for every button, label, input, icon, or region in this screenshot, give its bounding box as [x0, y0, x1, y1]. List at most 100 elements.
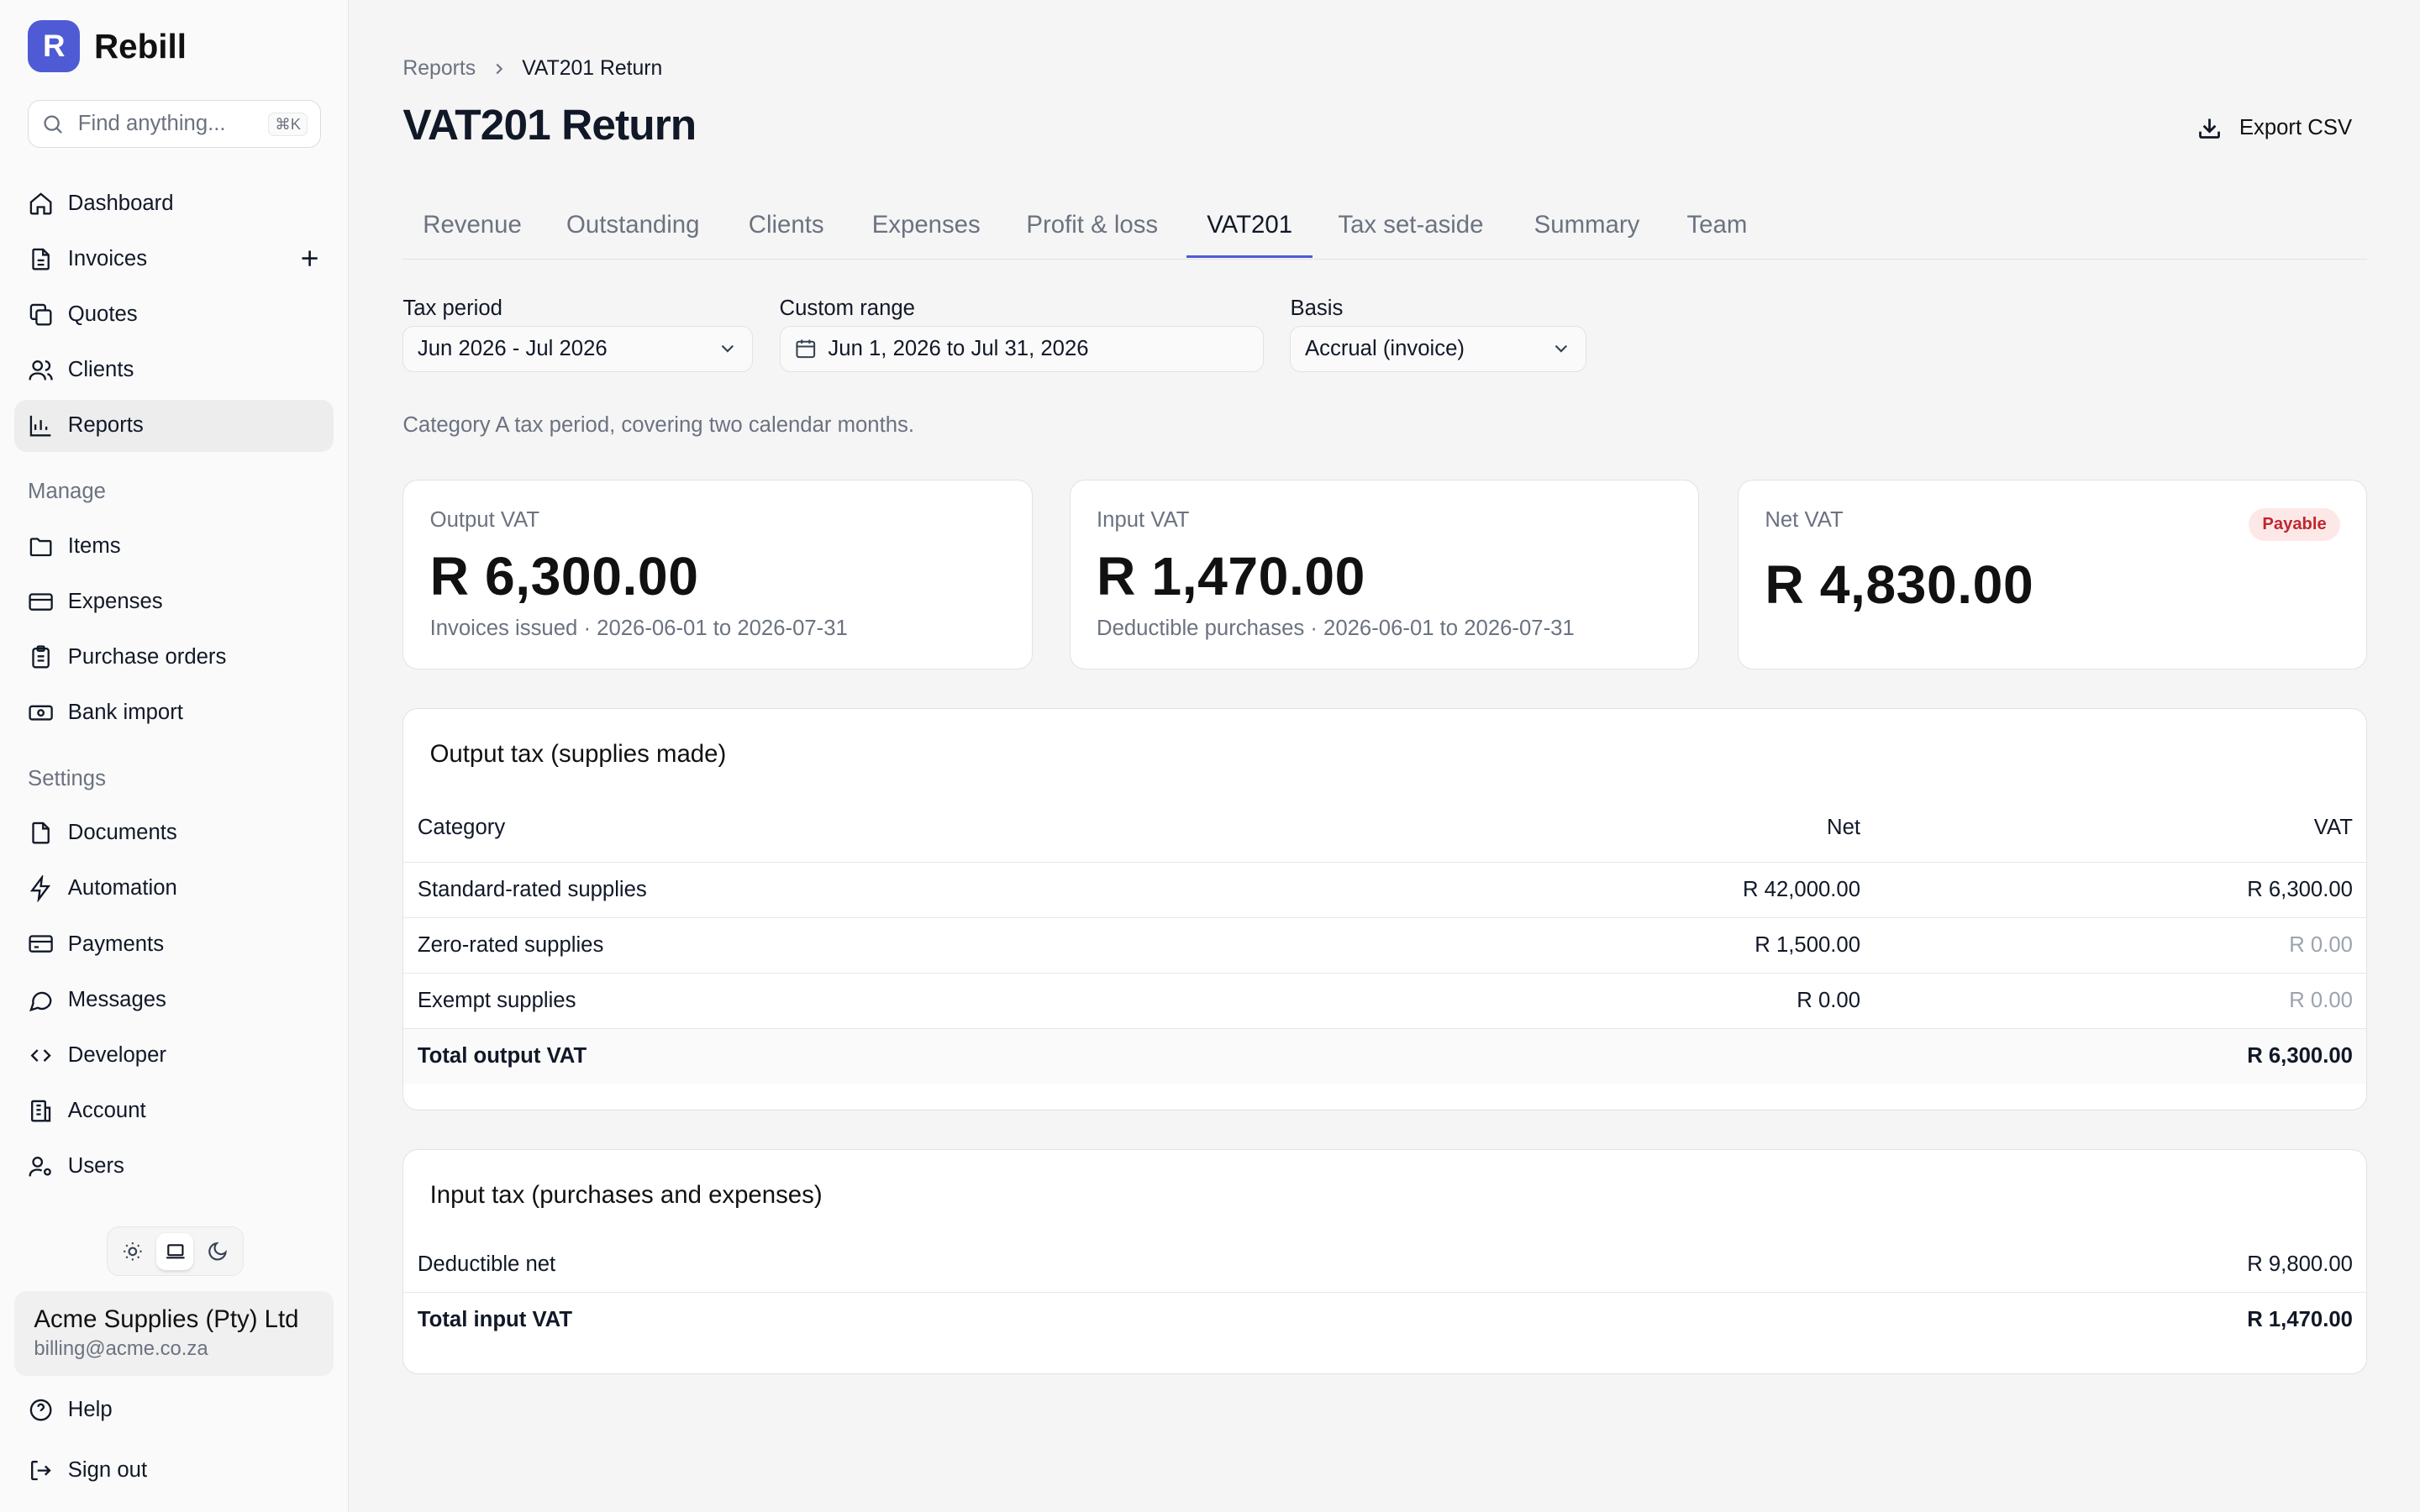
- sidebar-item-messages[interactable]: Messages: [14, 974, 334, 1026]
- moon-icon: [208, 1242, 227, 1261]
- sidebar: R Rebill Find anything... ⌘K Dashboard I…: [0, 0, 350, 1512]
- banknote-icon: [29, 705, 53, 721]
- document-icon: [32, 822, 50, 844]
- chevron-down-icon: [721, 345, 734, 353]
- clipboard-icon: [32, 645, 50, 669]
- input-vat-card: Input VAT R 1,470.00 Deductible purchase…: [1069, 480, 1700, 670]
- sidebar-item-expenses[interactable]: Expenses: [14, 575, 334, 627]
- theme-system-button[interactable]: [156, 1232, 194, 1270]
- tab-profit-loss[interactable]: Profit & loss: [1007, 196, 1178, 257]
- row-vat: R 0.00: [2289, 933, 2353, 958]
- brand-logo: R: [28, 19, 81, 73]
- breadcrumb-current: VAT201 Return: [522, 56, 663, 80]
- basis-select[interactable]: Accrual (invoice): [1290, 325, 1587, 372]
- sidebar-item-invoices[interactable]: Invoices: [14, 233, 334, 285]
- tab-team[interactable]: Team: [1667, 196, 1768, 257]
- column-header-net: Net: [1827, 815, 1861, 839]
- table-row: Exempt supplies R 0.00 R 0.00: [403, 973, 2367, 1028]
- plus-icon[interactable]: [297, 245, 323, 271]
- search-shortcut: ⌘K: [268, 113, 308, 136]
- output-vat-card: Output VAT R 6,300.00 Invoices issued · …: [402, 480, 1033, 670]
- total-row: Total input VAT R 1,470.00: [403, 1292, 2367, 1347]
- user-cog-icon: [29, 1156, 51, 1177]
- theme-dark-button[interactable]: [199, 1233, 236, 1270]
- sidebar-item-label: Dashboard: [67, 191, 174, 215]
- export-csv-label: Export CSV: [2238, 115, 2353, 139]
- copy-icon: [29, 303, 52, 326]
- sidebar-item-payments[interactable]: Payments: [14, 918, 334, 970]
- sidebar-item-sign-out[interactable]: Sign out: [14, 1444, 334, 1496]
- row-category: Exempt supplies: [417, 989, 576, 1013]
- tab-vat201[interactable]: VAT201: [1186, 196, 1313, 258]
- output-tax-title: Output tax (supplies made): [429, 739, 727, 768]
- input-vat-subtext: Deductible purchases · 2026-06-01 to 202…: [1097, 616, 1575, 640]
- search-icon: [41, 113, 65, 136]
- sidebar-item-label: Documents: [67, 821, 177, 845]
- sidebar-item-label: Invoices: [67, 247, 148, 271]
- sidebar-item-quotes[interactable]: Quotes: [14, 288, 334, 340]
- nav-section-settings: Settings: [28, 766, 106, 790]
- sidebar-item-clients[interactable]: Clients: [14, 344, 334, 396]
- laptop-icon: [166, 1243, 185, 1259]
- custom-range-picker[interactable]: Jun 1, 2026 to Jul 31, 2026: [779, 325, 1265, 372]
- tab-tax-set-aside[interactable]: Tax set-aside: [1318, 196, 1504, 257]
- total-row: Total output VAT R 6,300.00: [403, 1028, 2367, 1084]
- sidebar-item-purchase-orders[interactable]: Purchase orders: [14, 631, 334, 683]
- sidebar-item-reports[interactable]: Reports: [13, 399, 334, 453]
- sidebar-item-dashboard[interactable]: Dashboard: [14, 177, 334, 229]
- row-net: R 42,000.00: [1742, 877, 1861, 901]
- main-content: Reports VAT201 Return VAT201 Return Expo…: [350, 0, 2420, 1512]
- chevron-down-icon: [1555, 345, 1567, 353]
- input-tax-title: Input tax (purchases and expenses): [429, 1181, 823, 1210]
- sidebar-item-label: Developer: [67, 1042, 166, 1067]
- sidebar-item-label: Items: [67, 533, 121, 558]
- search-input[interactable]: Find anything... ⌘K: [28, 100, 322, 149]
- sidebar-item-account[interactable]: Account: [14, 1084, 334, 1137]
- tab-clients[interactable]: Clients: [729, 196, 844, 257]
- row-category: Zero-rated supplies: [417, 933, 604, 958]
- net-vat-label: Net VAT: [1765, 508, 1844, 533]
- breadcrumb-reports-link[interactable]: Reports: [402, 57, 476, 81]
- net-vat-value: R 4,830.00: [1765, 554, 2034, 615]
- sidebar-item-label: Messages: [67, 987, 166, 1011]
- total-input-vat-label: Total input VAT: [417, 1308, 573, 1332]
- sidebar-item-items[interactable]: Items: [14, 520, 334, 572]
- input-vat-label: Input VAT: [1097, 508, 1190, 533]
- row-category: Standard-rated supplies: [417, 877, 647, 901]
- tax-period-select[interactable]: Jun 2026 - Jul 2026: [402, 325, 754, 372]
- total-output-vat-value: R 6,300.00: [2247, 1044, 2353, 1068]
- sidebar-item-automation[interactable]: Automation: [14, 863, 334, 915]
- sidebar-item-bank-import[interactable]: Bank import: [14, 686, 334, 738]
- tab-revenue[interactable]: Revenue: [402, 196, 541, 257]
- sidebar-item-documents[interactable]: Documents: [14, 807, 334, 859]
- building-icon: [31, 1100, 51, 1122]
- brand-name: Rebill: [94, 26, 187, 66]
- row-label: Deductible net: [417, 1252, 556, 1276]
- sidebar-item-help[interactable]: Help: [14, 1384, 334, 1436]
- export-csv-button[interactable]: Export CSV: [2181, 103, 2367, 153]
- tax-period-label: Tax period: [402, 296, 502, 320]
- sidebar-item-label: Sign out: [67, 1457, 148, 1482]
- input-tax-panel: Input tax (purchases and expenses) Deduc…: [402, 1149, 2368, 1375]
- credit-card-icon: [29, 593, 53, 611]
- report-tabs: Revenue Outstanding Clients Expenses Pro…: [402, 196, 2368, 260]
- table-row: Standard-rated supplies R 42,000.00 R 6,…: [403, 861, 2367, 917]
- sidebar-item-developer[interactable]: Developer: [14, 1029, 334, 1081]
- total-output-vat-label: Total output VAT: [417, 1044, 587, 1068]
- sidebar-item-users[interactable]: Users: [14, 1140, 334, 1192]
- help-icon: [29, 1399, 52, 1421]
- sidebar-item-label: Clients: [67, 358, 134, 382]
- tab-expenses[interactable]: Expenses: [852, 196, 1001, 257]
- sidebar-item-label: Quotes: [67, 302, 138, 327]
- tab-outstanding[interactable]: Outstanding: [546, 196, 719, 257]
- tax-period-value: Jun 2026 - Jul 2026: [417, 336, 608, 360]
- basis-value: Accrual (invoice): [1304, 336, 1465, 360]
- sidebar-item-label: Account: [67, 1098, 146, 1122]
- account-card[interactable]: Acme Supplies (Pty) Ltd billing@acme.co.…: [13, 1291, 334, 1377]
- tab-summary[interactable]: Summary: [1514, 196, 1660, 257]
- input-vat-value: R 1,470.00: [1097, 546, 1365, 607]
- theme-light-button[interactable]: [114, 1233, 151, 1270]
- theme-toggle: [106, 1226, 245, 1276]
- brand[interactable]: R Rebill: [28, 19, 187, 73]
- table-header: Category Net VAT: [403, 800, 2366, 855]
